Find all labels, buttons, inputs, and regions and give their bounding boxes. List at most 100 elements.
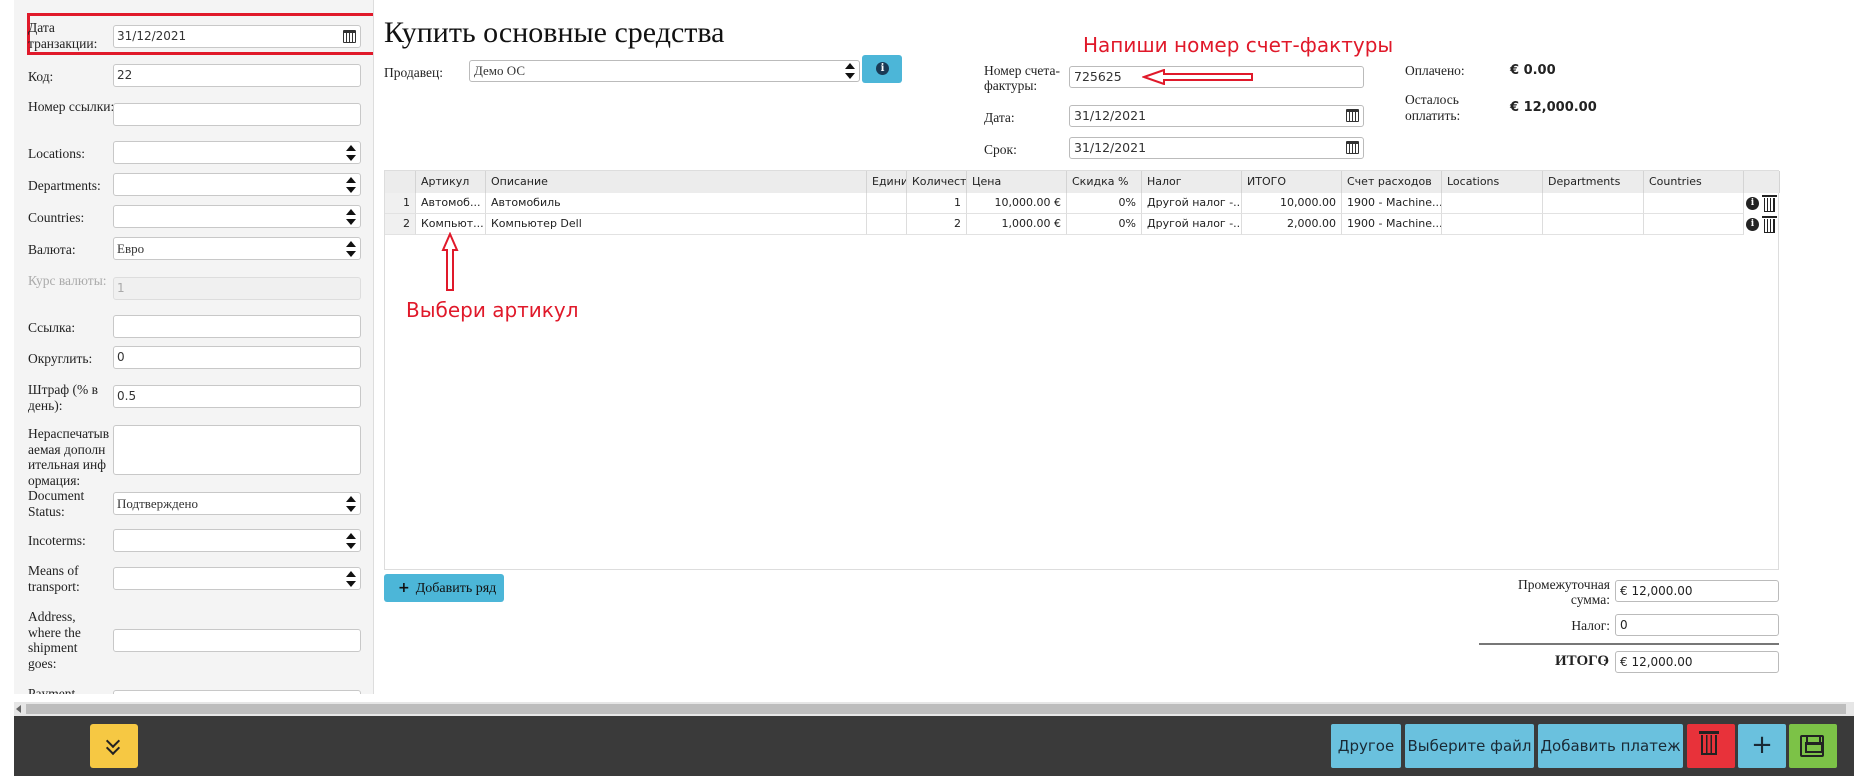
col-header-countries[interactable]: Countries	[1644, 171, 1744, 193]
save-button[interactable]	[1789, 724, 1837, 768]
cell-tax[interactable]: Другой налог -...	[1142, 214, 1242, 235]
address-field[interactable]	[113, 629, 361, 652]
cell-price[interactable]: 1,000.00 €	[967, 214, 1067, 235]
scroll-left-arrow-icon[interactable]	[16, 705, 21, 713]
currency-select[interactable]: Евро	[113, 237, 361, 260]
select-arrows-icon	[845, 63, 855, 79]
due-date-value: 31/12/2021	[1074, 140, 1147, 155]
paid-value: € 0.00	[1510, 63, 1556, 78]
incoterms-select[interactable]	[113, 529, 361, 552]
col-header-article[interactable]: Артикул	[416, 171, 486, 193]
col-header-total[interactable]: ИТОГО	[1242, 171, 1342, 193]
vendor-label: Продавец:	[384, 65, 443, 80]
add-row-button[interactable]: + Добавить ряд	[384, 574, 504, 602]
cell-locations[interactable]	[1442, 214, 1543, 235]
penalty-field[interactable]: 0.5	[113, 385, 361, 408]
ref-number-field[interactable]	[113, 103, 361, 126]
code-field[interactable]: 22	[113, 64, 361, 87]
subtotal-label: Промежуточная сумма:	[1518, 577, 1610, 607]
field-label-ref: Номер ссылки:	[28, 99, 115, 114]
select-arrows-icon	[346, 496, 356, 512]
cell-countries[interactable]	[1644, 193, 1744, 214]
select-arrows-icon	[346, 209, 356, 225]
cell-total[interactable]: 2,000.00	[1242, 214, 1342, 235]
cell-discount[interactable]: 0%	[1067, 193, 1142, 214]
col-header-unit[interactable]: Единиц	[867, 171, 907, 193]
cell-total[interactable]: 10,000.00	[1242, 193, 1342, 214]
departments-select[interactable]	[113, 173, 361, 196]
date-value: 31/12/2021	[117, 29, 187, 43]
cell-expense-account[interactable]: 1900 - Machine...	[1342, 193, 1442, 214]
cell-article[interactable]: Автомоб...	[416, 193, 486, 214]
countries-select[interactable]	[113, 205, 361, 228]
horizontal-scrollbar[interactable]	[14, 702, 1854, 716]
cell-expense-account[interactable]: 1900 - Machine...	[1342, 214, 1442, 235]
paid-label: Оплачено:	[1405, 63, 1465, 78]
invoice-date-field[interactable]: 31/12/2021	[1069, 105, 1364, 127]
cell-quantity[interactable]: 1	[907, 193, 967, 214]
date-label: Дата:	[984, 110, 1015, 125]
col-header-departments[interactable]: Departments	[1543, 171, 1644, 193]
cell-departments[interactable]	[1543, 214, 1644, 235]
row-info-icon[interactable]: i	[1746, 197, 1759, 210]
scrollbar-thumb[interactable]	[26, 704, 1846, 714]
row-info-icon[interactable]: i	[1746, 218, 1759, 231]
col-header-expense-account[interactable]: Счет расходов	[1342, 171, 1442, 193]
transport-select[interactable]	[113, 567, 361, 590]
col-header-discount[interactable]: Скидка %	[1067, 171, 1142, 193]
other-button[interactable]: Другое	[1331, 724, 1401, 768]
cell-quantity[interactable]: 2	[907, 214, 967, 235]
col-header-description[interactable]: Описание	[486, 171, 867, 193]
field-label-incoterms: Incoterms:	[28, 533, 86, 548]
tax-total-field[interactable]: 0	[1615, 614, 1779, 636]
cell-unit[interactable]	[867, 193, 907, 214]
cell-price[interactable]: 10,000.00 €	[967, 193, 1067, 214]
annotation-invoice: Напиши номер счет-фактуры	[1083, 33, 1394, 57]
locations-select[interactable]	[113, 141, 361, 164]
cell-countries[interactable]	[1644, 214, 1744, 235]
cell-discount[interactable]: 0%	[1067, 214, 1142, 235]
totals-divider	[1479, 643, 1779, 645]
cell-description[interactable]: Компьютер Dell	[486, 214, 867, 235]
delete-button[interactable]	[1687, 724, 1735, 768]
payment-field[interactable]	[113, 690, 361, 694]
document-status-select[interactable]: Подтверждено	[113, 492, 361, 515]
field-label-doc-status: Document Status:	[28, 488, 85, 519]
col-header-quantity[interactable]: Количество	[907, 171, 967, 193]
currency-value: Евро	[117, 241, 145, 256]
col-header-tax[interactable]: Налог	[1142, 171, 1242, 193]
cell-description[interactable]: Автомобиль	[486, 193, 867, 214]
row-trash-icon[interactable]	[1762, 216, 1777, 233]
field-label-link: Ссылка:	[28, 320, 76, 335]
calendar-icon[interactable]	[343, 30, 356, 43]
cell-tax[interactable]: Другой налог -...	[1142, 193, 1242, 214]
col-header-locations[interactable]: Locations	[1442, 171, 1543, 193]
field-label-round: Округлить:	[28, 351, 93, 366]
field-label-currency: Валюта:	[28, 242, 76, 257]
vendor-select[interactable]: Демо ОС	[469, 60, 860, 82]
date-field[interactable]: 31/12/2021	[113, 25, 361, 48]
calendar-icon[interactable]	[1346, 141, 1359, 154]
add-payment-button[interactable]: Добавить платеж	[1538, 724, 1683, 768]
notes-textarea[interactable]	[113, 425, 361, 475]
col-header-price[interactable]: Цена	[967, 171, 1067, 193]
choose-file-button[interactable]: Выберите файл	[1405, 724, 1534, 768]
collapse-chevron-double-down-icon[interactable]	[90, 724, 138, 768]
row-trash-icon[interactable]	[1762, 195, 1777, 212]
annotation-arrow-up-icon	[441, 232, 459, 291]
add-button[interactable]: +	[1738, 724, 1786, 768]
sidebar-form: Дата транзакции: 31/12/2021 Код: 22 Номе…	[14, 0, 374, 694]
field-label-notes: Нераспечатываемая дополнительная информа…	[28, 426, 110, 488]
round-field[interactable]: 0	[113, 346, 361, 369]
calendar-icon[interactable]	[1346, 109, 1359, 122]
cell-unit[interactable]	[867, 214, 907, 235]
select-arrows-icon	[346, 571, 356, 587]
cell-departments[interactable]	[1543, 193, 1644, 214]
cell-locations[interactable]	[1442, 193, 1543, 214]
vendor-info-button[interactable]: i	[862, 55, 902, 83]
bottom-toolbar: Другое Выберите файл Добавить платеж +	[14, 716, 1854, 776]
due-date-field[interactable]: 31/12/2021	[1069, 137, 1364, 159]
link-field[interactable]	[113, 315, 361, 338]
remaining-label: Осталось оплатить:	[1405, 92, 1461, 123]
field-label-payment: Payment	[28, 686, 76, 694]
